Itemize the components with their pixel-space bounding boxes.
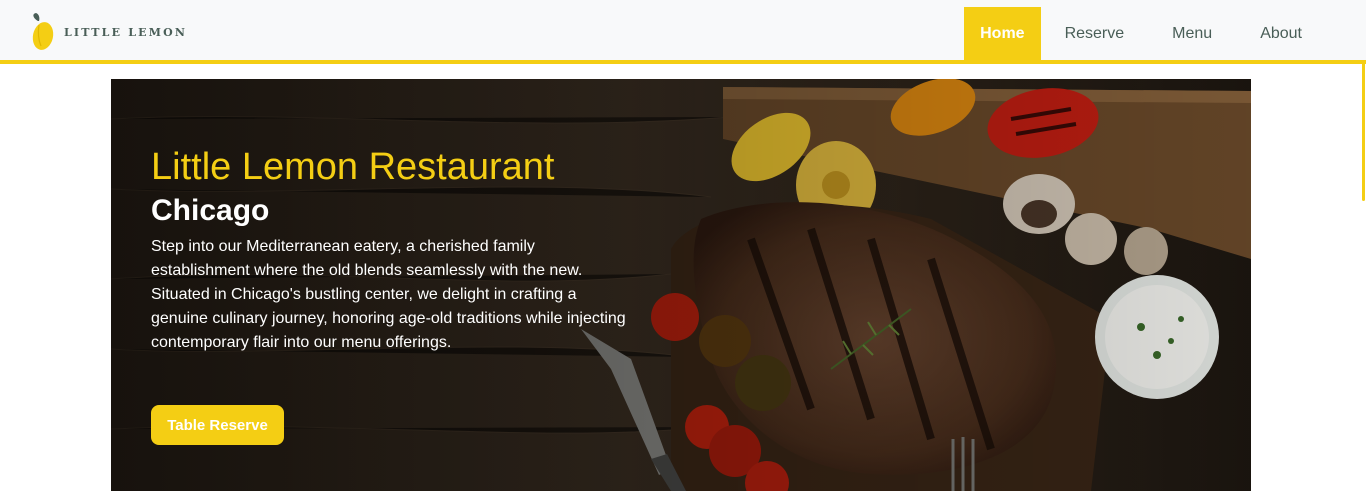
hero-description: Step into our Mediterranean eatery, a ch…: [151, 238, 626, 351]
nav-item-home[interactable]: Home: [964, 7, 1041, 60]
hero-title: Little Lemon Restaurant: [151, 146, 555, 188]
hero-subtitle: Chicago: [151, 194, 270, 227]
nav-item-menu[interactable]: Menu: [1148, 7, 1236, 60]
lemon-logo-icon: [32, 13, 54, 50]
brand-name: LITTLE LEMON: [64, 25, 188, 39]
scrollbar-thumb[interactable]: [1362, 61, 1365, 201]
nav-item-reserve[interactable]: Reserve: [1041, 7, 1149, 60]
table-reserve-button[interactable]: Table Reserve: [151, 405, 284, 445]
hero-text: Little Lemon Restaurant Chicago Step int…: [151, 145, 641, 355]
brand-logo[interactable]: LITTLE LEMON: [30, 11, 187, 53]
hero-banner: Little Lemon Restaurant Chicago Step int…: [111, 79, 1251, 491]
main-nav: Home Reserve Menu About: [964, 7, 1326, 60]
top-navbar: LITTLE LEMON Home Reserve Menu About: [0, 0, 1366, 64]
nav-item-about[interactable]: About: [1236, 7, 1326, 60]
